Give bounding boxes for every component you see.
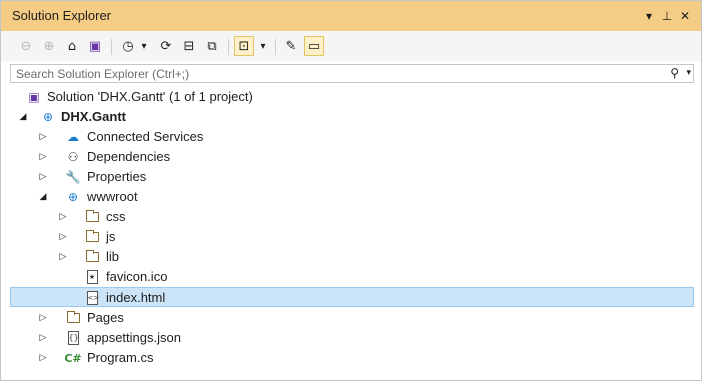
tree-item-label: lib xyxy=(106,249,120,264)
folder-icon xyxy=(84,209,100,225)
search-input[interactable]: Search Solution Explorer (Ctrl+;) xyxy=(16,67,189,81)
search-options-dropdown-icon[interactable]: ▾ xyxy=(686,66,691,81)
collapsed-arrow-icon[interactable]: ▷ xyxy=(38,129,48,145)
folder-icon xyxy=(65,310,81,326)
toolbar-separator xyxy=(111,39,112,55)
view-options-dropdown-icon[interactable]: ▾ xyxy=(257,36,269,56)
json-file-glyph: {} xyxy=(67,331,79,345)
collapsed-arrow-icon[interactable]: ▷ xyxy=(38,149,48,165)
expanded-arrow-icon[interactable]: ◢ xyxy=(18,109,28,125)
solution-icon: ▣ xyxy=(28,90,40,104)
json-file-icon: {} xyxy=(65,330,81,346)
tree-item-wwwroot[interactable]: ◢ ⊕ wwwroot xyxy=(1,187,701,207)
tree-item-appsettings[interactable]: ▷ {} appsettings.json xyxy=(1,328,701,348)
title-bar: Solution Explorer ▾ ⊥ ✕ xyxy=(1,1,701,31)
tree-item-label: wwwroot xyxy=(87,189,138,204)
close-icon[interactable]: ✕ xyxy=(677,8,693,24)
solution-explorer-window: Solution Explorer ▾ ⊥ ✕ ⊖ ⊕ ⌂ ▣ ◷ ▾ ⟳ ⊟ … xyxy=(0,0,702,381)
dependencies-icon: ⚇ xyxy=(67,150,79,164)
tree-item-label: Properties xyxy=(87,169,147,184)
tree-item-label: index.html xyxy=(106,290,166,305)
html-file-glyph: <> xyxy=(86,291,99,305)
tree-item-project[interactable]: ◢ ⊕ DHX.Gantt xyxy=(1,107,701,127)
image-file-icon: ★ xyxy=(84,269,100,285)
tree-item-label: css xyxy=(106,209,126,224)
folder-icon xyxy=(84,249,100,265)
tree-item-pages[interactable]: ▷ Pages xyxy=(1,308,701,328)
home-button-icon[interactable]: ⌂ xyxy=(62,36,82,56)
toolbar: ⊖ ⊕ ⌂ ▣ ◷ ▾ ⟳ ⊟ ⧉ ⊡ ▾ ✎ ▭ xyxy=(1,31,701,61)
web-project-icon: ⊕ xyxy=(42,110,54,124)
tree-item-favicon[interactable]: ★ favicon.ico xyxy=(1,267,701,287)
expanded-arrow-icon[interactable]: ◢ xyxy=(38,189,48,205)
favicon-file-glyph: ★ xyxy=(86,270,98,284)
sync-icon[interactable]: ⟳ xyxy=(156,36,176,56)
html-file-icon: <> xyxy=(84,290,100,306)
tree-item-label: Pages xyxy=(87,310,124,325)
back-button-icon[interactable]: ⊖ xyxy=(16,36,36,56)
globe-icon: ⊕ xyxy=(67,190,79,204)
tree-item-solution[interactable]: ▣ Solution 'DHX.Gantt' (1 of 1 project) xyxy=(1,87,701,107)
window-options-icon[interactable]: ▾ xyxy=(641,8,657,24)
tree-item-dependencies[interactable]: ▷ ⚇ Dependencies xyxy=(1,147,701,167)
tree-item-js[interactable]: ▷ js xyxy=(1,227,701,247)
preview-selected-items-icon[interactable]: ▭ xyxy=(304,36,324,56)
tree-item-label: Dependencies xyxy=(87,149,171,164)
tree-item-properties[interactable]: ▷ 🔧 Properties xyxy=(1,167,701,187)
properties-wrench-folder-icon: 🔧 xyxy=(65,170,81,184)
tree-item-connected-services[interactable]: ▷ ☁ Connected Services xyxy=(1,127,701,147)
collapsed-arrow-icon[interactable]: ▷ xyxy=(38,310,48,326)
tree-item-label: Program.cs xyxy=(87,350,154,365)
cloud-icon: ☁ xyxy=(67,130,79,144)
toolbar-separator xyxy=(228,39,229,55)
collapsed-arrow-icon[interactable]: ▷ xyxy=(38,350,48,366)
collapsed-arrow-icon[interactable]: ▷ xyxy=(58,229,68,245)
folder-icon xyxy=(84,229,100,245)
sync-with-active-document-icon[interactable]: ⊡ xyxy=(234,36,254,56)
collapsed-arrow-icon[interactable]: ▷ xyxy=(38,169,48,185)
tree-item-label: appsettings.json xyxy=(87,330,181,345)
forward-button-icon[interactable]: ⊕ xyxy=(39,36,59,56)
search-box[interactable]: Search Solution Explorer (Ctrl+;) ⚲ ▾ xyxy=(10,64,694,83)
tree-item-program[interactable]: ▷ C# Program.cs xyxy=(1,348,701,368)
tree-item-label: js xyxy=(106,229,116,244)
collapsed-arrow-icon[interactable]: ▷ xyxy=(58,249,68,265)
csharp-file-icon: C# xyxy=(64,351,82,365)
pending-changes-dropdown-icon[interactable]: ▾ xyxy=(138,36,150,56)
tree-item-index-html[interactable]: <> index.html xyxy=(10,287,694,307)
pin-icon[interactable]: ⊥ xyxy=(659,8,675,24)
tree-item-css[interactable]: ▷ css xyxy=(1,207,701,227)
properties-wrench-icon[interactable]: ✎ xyxy=(281,36,301,56)
tree-item-label: favicon.ico xyxy=(106,269,168,284)
tree-item-label: DHX.Gantt xyxy=(61,109,126,124)
window-title: Solution Explorer xyxy=(12,8,111,23)
collapsed-arrow-icon[interactable]: ▷ xyxy=(58,209,68,225)
tree-item-lib[interactable]: ▷ lib xyxy=(1,247,701,267)
switch-views-icon[interactable]: ▣ xyxy=(85,36,105,56)
collapsed-arrow-icon[interactable]: ▷ xyxy=(38,330,48,346)
pending-changes-filter-icon[interactable]: ◷ xyxy=(118,36,138,56)
tree-item-label: Connected Services xyxy=(87,129,204,144)
toolbar-separator xyxy=(275,39,276,55)
search-icon[interactable]: ⚲ xyxy=(670,66,679,80)
tree-item-label: Solution 'DHX.Gantt' (1 of 1 project) xyxy=(47,89,253,104)
show-all-files-icon[interactable]: ⧉ xyxy=(202,36,222,56)
collapse-all-icon[interactable]: ⊟ xyxy=(179,36,199,56)
